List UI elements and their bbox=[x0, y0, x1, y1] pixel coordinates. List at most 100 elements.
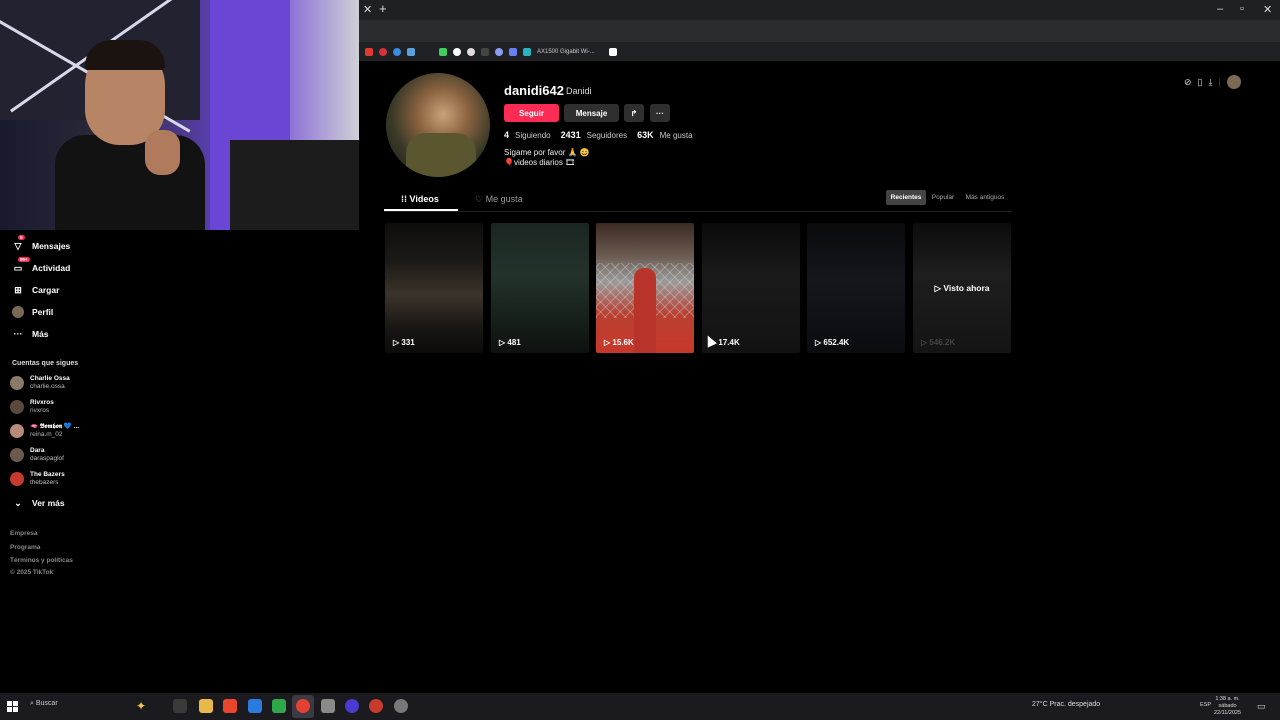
brave-icon[interactable] bbox=[223, 699, 237, 713]
followers-count[interactable]: 2431 bbox=[561, 130, 581, 140]
task-view-icon[interactable] bbox=[173, 699, 187, 713]
sidebar-item-messages[interactable]: ▽ 9 Mensajes bbox=[12, 235, 70, 252]
share-button[interactable]: ↱ bbox=[624, 104, 644, 122]
sort-popular-button[interactable]: Popular bbox=[928, 190, 958, 205]
app-icon[interactable] bbox=[369, 699, 383, 713]
view-count: ▷ 546.2K bbox=[921, 338, 956, 347]
language-indicator[interactable]: ESP bbox=[1200, 702, 1211, 708]
profile-stats: 4 Siguiendo 2431 Seguidores 63K Me gusta bbox=[504, 130, 697, 140]
bookmarks-bar: AX1500 Gigabit Wi-... bbox=[359, 42, 1280, 61]
followed-account[interactable]: The Bazers thebazers bbox=[10, 471, 65, 487]
sidebar-item-more[interactable]: ··· Más bbox=[12, 328, 49, 340]
account-handle: reina.m_02 bbox=[30, 431, 63, 438]
bookmark-icon[interactable] bbox=[365, 47, 373, 56]
footer-program-link[interactable]: Programa bbox=[10, 544, 40, 551]
ellipsis-icon: ··· bbox=[13, 329, 23, 339]
tab-likes[interactable]: ♡ Me gusta bbox=[475, 194, 523, 205]
bookmark-icon[interactable] bbox=[393, 47, 401, 56]
browser-tab-bar: ✕ + – ▫ ✕ bbox=[359, 0, 1280, 20]
system-clock[interactable]: 1:38 a. m. sábado 22/11/2025 bbox=[1214, 696, 1241, 717]
grid-icon: ⁞⁞ bbox=[401, 194, 410, 204]
close-window-button[interactable]: ✕ bbox=[1263, 3, 1272, 16]
minimize-button[interactable]: – bbox=[1217, 3, 1223, 15]
video-thumbnail[interactable]: ▷ 17.4K bbox=[702, 223, 800, 353]
account-name: Dara bbox=[30, 447, 45, 454]
upload-icon: ⊞ bbox=[14, 284, 22, 295]
bookmark-icon[interactable] bbox=[509, 47, 517, 56]
bookmark-icon[interactable] bbox=[481, 47, 489, 56]
sidebar-item-profile[interactable]: Perfil bbox=[12, 306, 53, 318]
followed-account[interactable]: Charlie Ossa charlie.ossa bbox=[10, 375, 70, 391]
notification-icon[interactable]: ▭ bbox=[1257, 701, 1266, 712]
follow-button[interactable]: Seguir bbox=[504, 104, 559, 122]
footer-company-link[interactable]: Empresa bbox=[10, 530, 37, 537]
clock-time: 1:38 a. m. bbox=[1215, 696, 1240, 702]
maximize-button[interactable]: ▫ bbox=[1240, 3, 1244, 15]
new-tab-button[interactable]: + bbox=[379, 1, 387, 16]
file-explorer-icon[interactable] bbox=[199, 699, 213, 713]
video-thumbnail[interactable]: ▷ 652.4K bbox=[807, 223, 905, 353]
footer-terms-link[interactable]: Términos y políticas bbox=[10, 557, 73, 564]
tab-videos[interactable]: ⁞⁞ Videos bbox=[401, 194, 439, 204]
app-icon[interactable] bbox=[321, 699, 335, 713]
account-name: Charlie Ossa bbox=[30, 375, 70, 382]
bookmark-icon[interactable] bbox=[608, 47, 617, 56]
account-handle: charlie.ossa bbox=[30, 383, 65, 390]
router-bookmark-icon[interactable] bbox=[523, 47, 531, 56]
chrome-icon[interactable] bbox=[296, 699, 310, 713]
sort-recent-button[interactable]: Recientes bbox=[886, 190, 926, 205]
store-icon[interactable] bbox=[248, 699, 262, 713]
sort-oldest-button[interactable]: Más antiguos bbox=[960, 190, 1010, 205]
bookmark-icon[interactable] bbox=[379, 47, 387, 56]
followers-label[interactable]: Seguidores bbox=[587, 131, 627, 140]
bookmark-router-label[interactable]: AX1500 Gigabit Wi-... bbox=[537, 49, 595, 55]
ellipsis-icon: ··· bbox=[656, 108, 664, 118]
likes-count: 63K bbox=[637, 130, 654, 140]
inbox-icon: ▭ 99+ bbox=[13, 257, 30, 273]
tab-likes-label: Me gusta bbox=[485, 194, 523, 204]
followed-account[interactable]: Rivxros rivxros bbox=[10, 399, 54, 415]
obs-icon[interactable] bbox=[345, 699, 359, 713]
more-options-button[interactable]: ··· bbox=[650, 104, 670, 122]
close-tab-icon[interactable]: ✕ bbox=[363, 3, 372, 16]
sidebar-item-activity[interactable]: ▭ 99+ Actividad bbox=[12, 257, 70, 274]
followed-account[interactable]: Dara daraspaglof bbox=[10, 447, 64, 463]
settings-gear-icon[interactable] bbox=[394, 699, 408, 713]
bookmark-icon[interactable] bbox=[439, 47, 447, 56]
likes-label: Me gusta bbox=[659, 131, 693, 140]
weather-widget[interactable]: 27°C Prac. despejado bbox=[1032, 701, 1100, 708]
sidebar-item-label: Perfil bbox=[32, 307, 54, 317]
download-icon[interactable]: ⤓ bbox=[1209, 77, 1213, 88]
bookmark-icon[interactable] bbox=[407, 47, 415, 56]
sidebar-item-upload[interactable]: ⊞ Cargar bbox=[12, 284, 59, 296]
following-label[interactable]: Siguiendo bbox=[515, 131, 551, 140]
following-count[interactable]: 4 bbox=[504, 130, 509, 140]
excel-icon[interactable] bbox=[272, 699, 286, 713]
taskbar-search[interactable]: ⌕ Buscar bbox=[30, 700, 58, 708]
bookmark-icon[interactable] bbox=[495, 47, 503, 56]
windows-start-icon[interactable] bbox=[7, 701, 18, 712]
coins-icon[interactable]: ⊘ bbox=[1184, 77, 1192, 88]
bookmark-icon[interactable] bbox=[453, 47, 461, 56]
account-handle: daraspaglof bbox=[30, 455, 64, 462]
message-button[interactable]: Mensaje bbox=[564, 104, 619, 122]
view-count: ▷ 15.6K bbox=[604, 338, 634, 347]
see-more-button[interactable]: ⌄ Ver más bbox=[12, 497, 64, 509]
video-thumbnail[interactable]: ▷ 331 bbox=[385, 223, 483, 353]
avatar bbox=[10, 472, 24, 486]
bookmark-icon[interactable] bbox=[467, 47, 475, 56]
address-bar[interactable]: ⊞ ▭ ☆ ⧉ ▤ ● ⋮ bbox=[359, 20, 1280, 56]
user-avatar[interactable] bbox=[1226, 75, 1241, 89]
copilot-sparkle-icon[interactable]: ✦ bbox=[136, 699, 150, 713]
account-handle: rivxros bbox=[30, 407, 50, 414]
webcam-overlay bbox=[0, 0, 359, 230]
device-icon[interactable]: ▯ bbox=[1198, 77, 1203, 88]
sidebar-item-label: Más bbox=[32, 329, 49, 339]
video-thumbnail[interactable]: ▷ 15.6K bbox=[596, 223, 694, 353]
avatar bbox=[10, 424, 24, 438]
video-thumbnail[interactable]: ▷ 481 bbox=[491, 223, 589, 353]
footer-copyright: © 2025 TikTok bbox=[10, 569, 54, 576]
video-thumbnail[interactable]: ▷ Visto ahora ▷ 546.2K bbox=[913, 223, 1011, 353]
followed-account[interactable]: 🫦 𝕭𝖔𝖒𝖇𝖔𝖓 💙 ... reina.m_02 bbox=[10, 423, 79, 439]
view-count: ▷ 331 bbox=[393, 338, 415, 347]
